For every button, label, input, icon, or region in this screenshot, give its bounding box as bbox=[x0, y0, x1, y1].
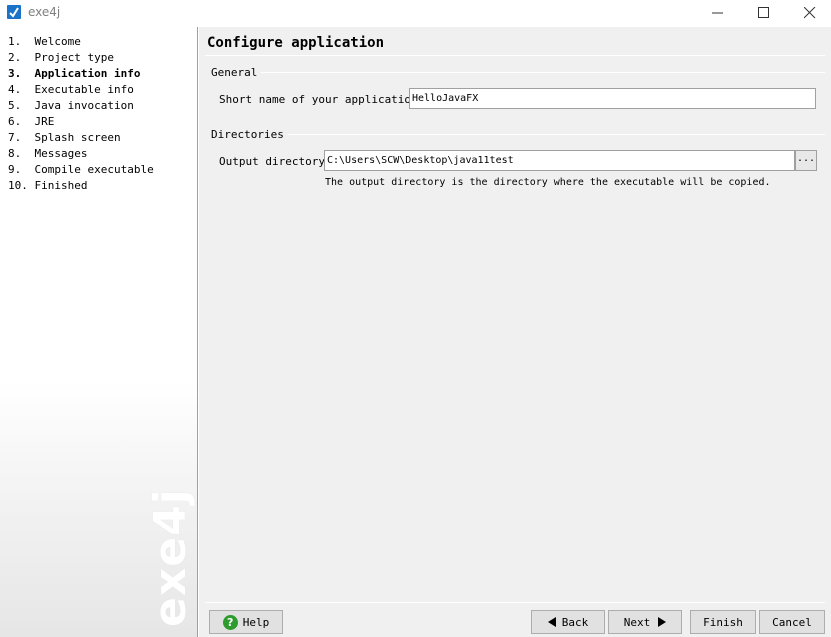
help-button-label: Help bbox=[242, 615, 270, 629]
short-name-input[interactable] bbox=[409, 88, 816, 109]
maximize-button[interactable] bbox=[741, 0, 787, 27]
page-title: Configure application bbox=[207, 35, 385, 51]
directories-group-title: Directories bbox=[211, 128, 288, 141]
step-welcome: 1. Welcome bbox=[8, 35, 81, 48]
output-directory-label: Output directory: bbox=[219, 155, 332, 168]
directories-group-divider bbox=[281, 134, 825, 135]
step-compile-executable: 9. Compile executable bbox=[8, 163, 154, 176]
cancel-button[interactable]: Cancel bbox=[759, 610, 825, 634]
step-splash-screen: 7. Splash screen bbox=[8, 131, 121, 144]
maximize-icon bbox=[758, 7, 769, 18]
step-application-info: 3. Application info bbox=[8, 67, 141, 80]
output-directory-input[interactable] bbox=[324, 150, 795, 171]
finish-button[interactable]: Finish bbox=[690, 610, 756, 634]
arrow-left-icon bbox=[547, 617, 556, 627]
step-messages: 8. Messages bbox=[8, 147, 88, 160]
minimize-button[interactable] bbox=[695, 0, 741, 27]
next-button-label: Next bbox=[623, 615, 651, 629]
wizard-step-list: 1. Welcome 2. Project type 3. Applicatio… bbox=[8, 35, 154, 195]
step-project-type: 2. Project type bbox=[8, 51, 114, 64]
step-finished: 10. Finished bbox=[8, 179, 88, 192]
close-button[interactable] bbox=[787, 0, 831, 27]
back-button[interactable]: Back bbox=[531, 610, 605, 634]
step-jre: 6. JRE bbox=[8, 115, 55, 128]
step-java-invocation: 5. Java invocation bbox=[8, 99, 134, 112]
general-group-title: General bbox=[211, 66, 262, 79]
main-panel: Configure application General Short name… bbox=[199, 27, 831, 637]
help-button[interactable]: ? Help bbox=[209, 610, 283, 634]
wizard-steps-sidebar: 1. Welcome 2. Project type 3. Applicatio… bbox=[0, 27, 198, 637]
exe4j-watermark-logo: exe4j bbox=[145, 488, 196, 627]
close-icon bbox=[804, 7, 816, 19]
general-group-divider bbox=[259, 72, 825, 73]
window-title: exe4j bbox=[28, 5, 61, 19]
output-directory-help: The output directory is the directory wh… bbox=[325, 177, 771, 188]
cancel-button-label: Cancel bbox=[772, 615, 812, 629]
browse-button[interactable]: ... bbox=[795, 150, 817, 171]
back-button-label: Back bbox=[561, 615, 589, 629]
minimize-icon bbox=[712, 12, 723, 14]
arrow-right-icon bbox=[658, 617, 667, 627]
title-bar: exe4j bbox=[0, 0, 831, 27]
footer-divider bbox=[205, 602, 825, 603]
title-divider bbox=[205, 55, 825, 56]
exe4j-app-icon bbox=[7, 5, 21, 19]
next-button[interactable]: Next bbox=[608, 610, 682, 634]
finish-button-label: Finish bbox=[703, 615, 743, 629]
short-name-label: Short name of your application: bbox=[219, 93, 425, 106]
step-executable-info: 4. Executable info bbox=[8, 83, 134, 96]
help-icon: ? bbox=[222, 614, 238, 630]
